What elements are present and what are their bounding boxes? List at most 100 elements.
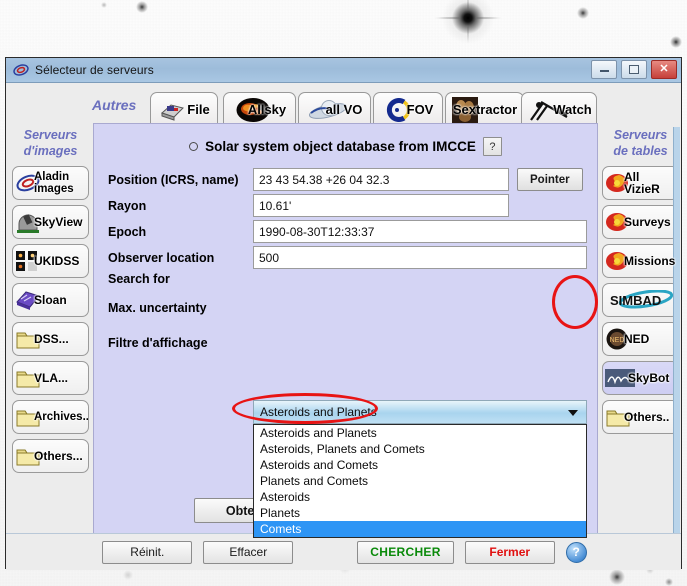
sidebar-item-label: SkyView xyxy=(34,215,83,229)
tab-fov[interactable]: FOV xyxy=(373,92,443,126)
database-radio-button[interactable] xyxy=(189,142,199,151)
sidebar-item-label: DSS... xyxy=(34,332,69,346)
position-input[interactable]: 23 43 54.38 +26 04 32.3 xyxy=(253,168,509,191)
pointer-button[interactable]: Pointer xyxy=(517,168,583,191)
sidebar-item-others[interactable]: Others... xyxy=(12,439,89,473)
tab-allsky[interactable]: Allsky xyxy=(223,92,296,126)
epoch-input[interactable]: 1990-08-30T12:33:37 xyxy=(253,220,587,243)
left-sidebar-header-line1: Serveurs xyxy=(23,128,78,142)
sidebar-item-label: Surveys xyxy=(624,215,671,229)
sidebar-item-label: Aladin images xyxy=(34,171,74,195)
sidebar-item-label: UKIDSS xyxy=(34,254,80,268)
sidebar-item-label: Sloan xyxy=(34,293,67,307)
left-sidebar-header: Serveurs d'images xyxy=(8,127,93,159)
field-row-filter: Filtre d'affichage xyxy=(108,336,253,350)
tab-label: Sextractor xyxy=(452,102,518,117)
autres-label: Autres xyxy=(92,97,137,113)
sidebar-item-sloan[interactable]: Sloan xyxy=(12,283,89,317)
sidebar-item-skybot[interactable]: SkyBot xyxy=(602,361,679,395)
svg-text:NED: NED xyxy=(610,337,625,344)
field-label: Position (ICRS, name) xyxy=(108,172,239,187)
chercher-button[interactable]: CHERCHER xyxy=(357,540,454,564)
sidebar-item-label: Archives... xyxy=(34,411,89,423)
simbad-icon: SIMBAD xyxy=(610,290,673,309)
left-sidebar-header-line2: d'images xyxy=(23,144,78,158)
window-titlebar: Sélecteur de serveurs ✕ xyxy=(6,58,681,83)
search-for-label: Search for xyxy=(108,272,170,286)
sidebar-item-aladin-images[interactable]: Aladin images xyxy=(12,166,89,200)
field-row-rayon: Rayon 10.61' xyxy=(108,194,509,217)
sidebar-item-all-vizier[interactable]: All VizieR xyxy=(602,166,679,200)
chevron-down-icon[interactable] xyxy=(568,410,578,416)
field-label: Epoch xyxy=(108,224,147,239)
window-title: Sélecteur de serveurs xyxy=(35,63,154,77)
sidebar-item-label: SkyBot xyxy=(628,371,670,385)
sidebar-item-ned[interactable]: NED NED xyxy=(602,322,679,356)
tab-file[interactable]: File xyxy=(150,92,218,126)
sidebar-item-dss[interactable]: DSS... xyxy=(12,322,89,356)
field-row-max-uncertainty: Max. uncertainty xyxy=(108,301,253,315)
search-for-dropdown-list[interactable]: Asteroids and Planets Asteroids, Planets… xyxy=(253,424,587,538)
field-row-epoch: Epoch 1990-08-30T12:33:37 xyxy=(108,220,587,243)
tab-watch[interactable]: Watch xyxy=(521,92,597,126)
dropdown-option[interactable]: Planets and Comets xyxy=(254,473,586,489)
dropdown-option[interactable]: Asteroids, Planets and Comets xyxy=(254,441,586,457)
filter-label: Filtre d'affichage xyxy=(108,336,208,350)
field-label: Rayon xyxy=(108,198,147,213)
tab-label: File xyxy=(187,102,210,117)
tab-label: Watch xyxy=(553,102,592,117)
minimize-button[interactable] xyxy=(591,60,617,79)
search-for-combobox[interactable]: Asteroids and Planets xyxy=(253,400,587,424)
tab-label: all VO xyxy=(325,102,363,117)
sidebar-item-label: All VizieR xyxy=(624,170,660,196)
observer-location-input[interactable]: 500 xyxy=(253,246,587,269)
field-row-observer: Observer location 500 xyxy=(108,246,587,269)
sidebar-item-vla[interactable]: VLA... xyxy=(12,361,89,395)
right-sidebar-header: Serveurs de tables xyxy=(598,127,681,159)
field-label: Observer location xyxy=(108,250,215,265)
sidebar-item-label: VLA... xyxy=(34,371,69,385)
database-title-row: Solar system object database from IMCCE … xyxy=(94,137,597,156)
sidebar-item-missions[interactable]: Missions xyxy=(602,244,679,278)
sidebar-item-archives[interactable]: Archives... xyxy=(12,400,89,434)
sidebar-item-label: Others... xyxy=(34,449,83,463)
sidebar-item-label: NED xyxy=(624,332,650,346)
rayon-input[interactable]: 10.61' xyxy=(253,194,509,217)
dropdown-option[interactable]: Asteroids and Planets xyxy=(254,425,586,441)
window-body: Autres File Allsky all VO FOV Sextractor… xyxy=(6,83,681,570)
dropdown-option[interactable]: Asteroids and Comets xyxy=(254,457,586,473)
sidebar-item-skyview[interactable]: SkyView xyxy=(12,205,89,239)
tab-label: FOV xyxy=(406,102,434,117)
left-sidebar: Serveurs d'images Aladin images SkyView xyxy=(8,127,93,570)
right-sidebar-header-line2: de tables xyxy=(613,144,668,158)
dropdown-option-comets[interactable]: Comets xyxy=(254,521,586,537)
reinit-button[interactable]: Réinit. xyxy=(102,540,193,564)
aladin-spiral-icon xyxy=(13,64,29,76)
tab-strip: Autres File Allsky all VO FOV Sextractor… xyxy=(6,83,681,127)
dropdown-option[interactable]: Planets xyxy=(254,505,586,521)
sidebar-item-simbad[interactable]: SIMBAD xyxy=(602,283,679,317)
maximize-button[interactable] xyxy=(621,60,647,79)
fermer-button[interactable]: Fermer xyxy=(464,540,555,564)
sidebar-item-label: Missions xyxy=(624,254,676,268)
effacer-button[interactable]: Effacer xyxy=(203,540,294,564)
panel-help-button[interactable]: ? xyxy=(482,137,502,156)
sidebar-item-ukidss[interactable]: UKIDSS xyxy=(12,244,89,278)
dropdown-option[interactable]: Asteroids xyxy=(254,489,586,505)
right-sidebar: Serveurs de tables All VizieR Surveys Mi… xyxy=(598,127,681,570)
file-drive-icon xyxy=(161,103,185,121)
sidebar-item-others-tables[interactable]: Others.. xyxy=(602,400,679,434)
max-uncertainty-label: Max. uncertainty xyxy=(108,301,207,315)
help-button[interactable]: ? xyxy=(565,541,587,563)
close-button[interactable]: ✕ xyxy=(651,60,677,79)
sidebar-item-surveys[interactable]: Surveys xyxy=(602,205,679,239)
tab-label: Allsky xyxy=(247,102,287,117)
sidebar-item-label: Others.. xyxy=(624,410,670,424)
field-row-search-for: Search for xyxy=(108,272,253,286)
svg-text:SIMBAD: SIMBAD xyxy=(610,293,661,308)
tab-all-vo[interactable]: all VO xyxy=(298,92,371,126)
search-for-selected-value: Asteroids and Planets xyxy=(260,405,377,419)
field-row-position: Position (ICRS, name) 23 43 54.38 +26 04… xyxy=(108,168,583,191)
footer-button-bar: Réinit. Effacer CHERCHER Fermer ? xyxy=(6,533,681,570)
tab-sextractor[interactable]: Sextractor xyxy=(445,92,524,126)
